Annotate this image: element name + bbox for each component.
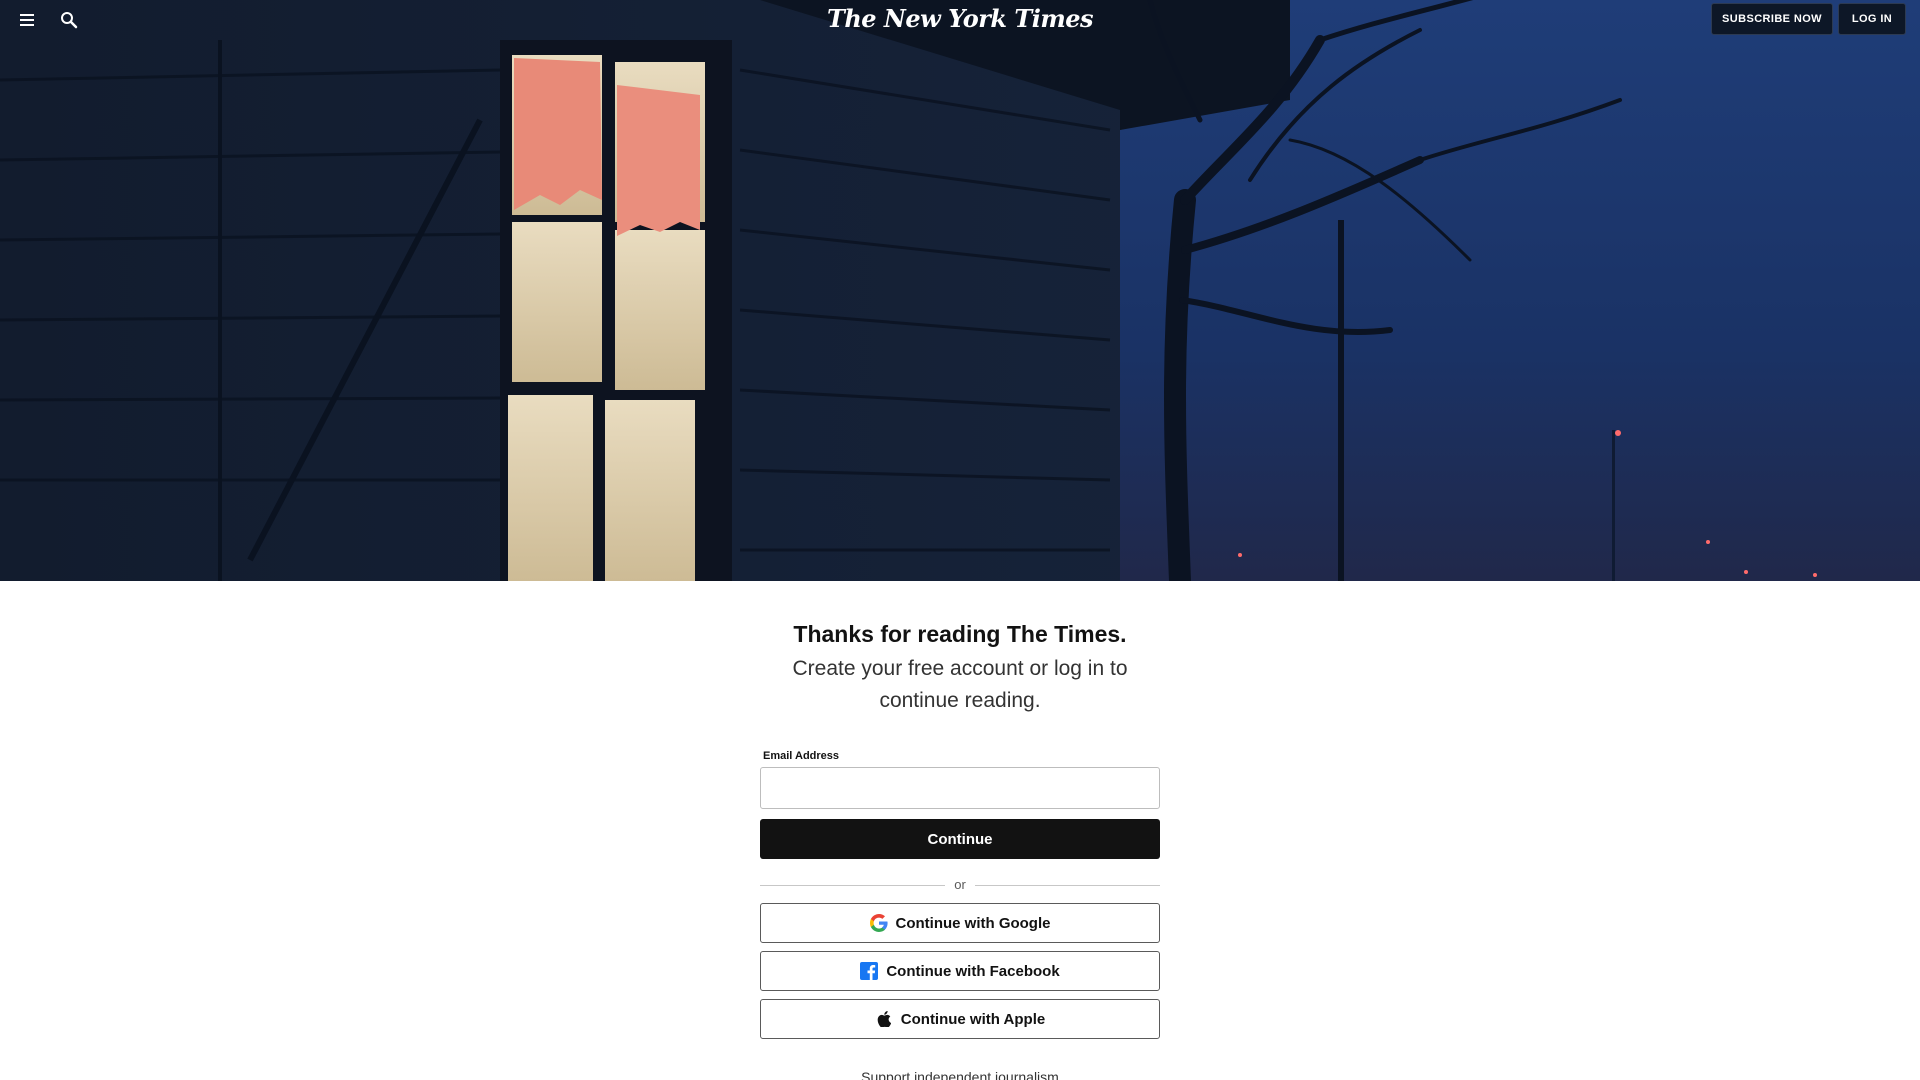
facebook-icon xyxy=(860,962,879,980)
hero-photo-house-at-dusk xyxy=(0,0,1920,581)
or-divider: or xyxy=(760,877,1160,892)
email-label: Email Address xyxy=(763,750,840,762)
email-field[interactable] xyxy=(760,767,1160,809)
nyt-logo[interactable]: The New York Times xyxy=(827,4,1094,33)
continue-with-apple-button[interactable]: Continue with Apple xyxy=(760,999,1160,1039)
hamburger-menu-icon[interactable] xyxy=(15,8,39,32)
google-icon xyxy=(869,914,888,932)
page-title: Thanks for reading The Times. xyxy=(793,621,1127,647)
facebook-button-label: Continue with Facebook xyxy=(886,962,1060,980)
apple-button-label: Continue with Apple xyxy=(900,1010,1046,1028)
subscribe-now-button[interactable]: SUBSCRIBE NOW xyxy=(1711,3,1833,35)
continue-with-google-button[interactable]: Continue with Google xyxy=(760,903,1160,943)
registration-panel: Thanks for reading The Times. Create you… xyxy=(0,581,1920,1080)
log-in-button[interactable]: LOG IN xyxy=(1838,3,1906,35)
top-header: The New York Times SUBSCRIBE NOW LOG IN xyxy=(0,0,1920,40)
search-icon[interactable] xyxy=(57,8,81,32)
google-button-label: Continue with Google xyxy=(895,914,1051,932)
continue-button[interactable]: Continue xyxy=(760,819,1160,859)
page-subtitle: Create your free account or log in to co… xyxy=(792,657,1128,712)
divider-line-right xyxy=(975,885,1160,886)
hero-image xyxy=(0,0,1920,581)
apple-icon xyxy=(875,1010,893,1028)
continue-with-facebook-button[interactable]: Continue with Facebook xyxy=(760,951,1160,991)
support-journalism-link[interactable]: Support independent journalism xyxy=(0,1069,1920,1080)
